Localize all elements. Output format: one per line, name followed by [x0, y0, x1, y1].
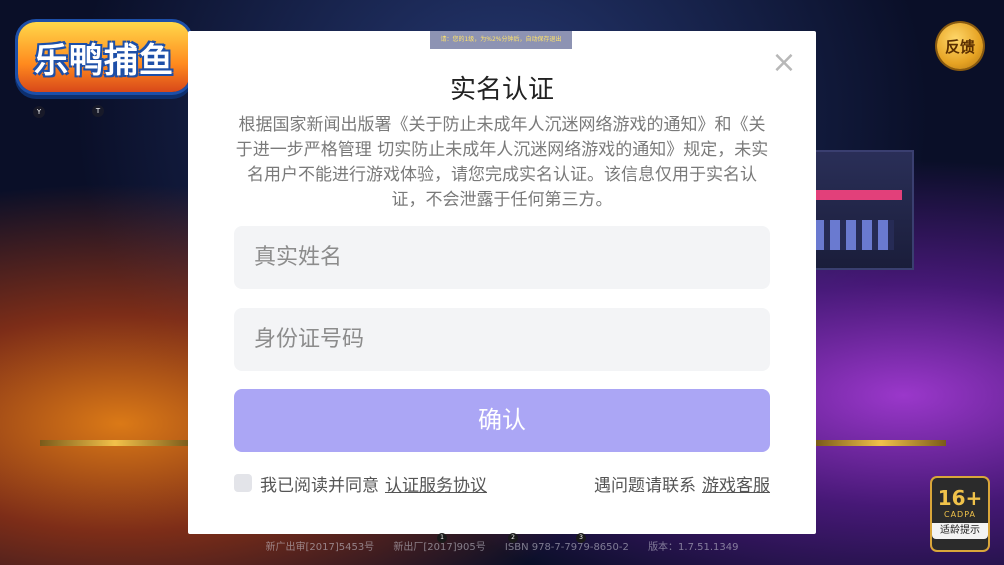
game-screen: 乐鸭捕鱼 Y T 反馈 16+ CADPA 适龄提示 新广出审[2017]545…	[0, 0, 1004, 565]
page-marker-3: 3	[576, 533, 586, 543]
contact-text: 遇问题请联系	[594, 475, 696, 496]
real-name-auth-dialog: 请：您的1级，为%2%分钟后，自动保存退出 × 实名认证 根据国家新闻出版署《关…	[188, 31, 816, 534]
background-building	[804, 150, 914, 270]
background-rail-left	[40, 440, 190, 446]
background-rail-right	[816, 440, 946, 446]
real-name-input[interactable]	[234, 226, 770, 289]
corner-mark-y: Y	[33, 106, 45, 118]
agreement-checkbox[interactable]	[234, 474, 252, 492]
customer-service-link[interactable]: 游戏客服	[702, 471, 770, 496]
page-marker-1: 1	[437, 533, 447, 543]
agreement-text: 我已阅读并同意	[260, 475, 379, 496]
isbn-number: ISBN 978-7-7979-8650-2	[504, 542, 629, 553]
age-rating-hint: 适龄提示	[932, 523, 988, 539]
license-number-1: 新广出审[2017]5453号	[265, 542, 375, 553]
license-number-2: 新出厂[2017]905号	[393, 542, 486, 553]
notice-bar: 请：您的1级，为%2%分钟后，自动保存退出	[430, 31, 572, 49]
license-footer: 新广出审[2017]5453号 新出厂[2017]905号 ISBN 978-7…	[0, 538, 1004, 553]
game-logo-text: 乐鸭捕鱼	[34, 40, 174, 81]
page-marker-2: 2	[508, 533, 518, 543]
age-rating-org: CADPA	[943, 510, 976, 519]
age-rating-number: 16+	[937, 486, 983, 510]
corner-mark-t: T	[92, 105, 104, 117]
feedback-button[interactable]: 反馈	[937, 23, 983, 69]
agreement-link[interactable]: 认证服务协议	[385, 471, 487, 496]
id-number-input[interactable]	[234, 308, 770, 371]
dialog-description: 根据国家新闻出版署《关于防止未成年人沉迷网络游戏的通知》和《关于进一步严格管理 …	[235, 115, 769, 210]
game-logo: 乐鸭捕鱼	[18, 22, 190, 92]
version-number: 版本：1.7.51.1349	[648, 542, 739, 553]
confirm-button[interactable]: 确认	[234, 389, 770, 452]
contact-row: 遇问题请联系 游戏客服	[594, 471, 770, 496]
dialog-title: 实名认证	[449, 75, 554, 105]
agreement-row: 我已阅读并同意 认证服务协议	[234, 471, 487, 496]
